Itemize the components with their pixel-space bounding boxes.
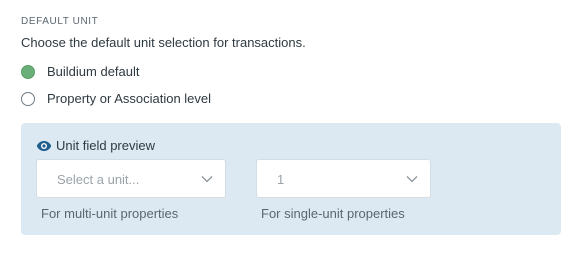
chevron-down-icon [201, 176, 213, 183]
radio-label: Property or Association level [47, 91, 212, 106]
section-title: DEFAULT UNIT [21, 16, 99, 27]
eye-icon [36, 140, 52, 151]
radio-option-buildium-default[interactable]: Buildium default [21, 64, 140, 79]
radio-option-property-level[interactable]: Property or Association level [21, 91, 211, 106]
radio-label: Buildium default [47, 64, 140, 79]
unit-field-preview-panel: Unit field preview Select a unit... 1 Fo… [21, 123, 561, 235]
select-placeholder: Select a unit... [57, 172, 140, 187]
chevron-down-icon [406, 176, 418, 183]
preview-title: Unit field preview [56, 138, 155, 153]
helper-text-multi-unit: For multi-unit properties [41, 206, 179, 221]
radio-button-unchecked[interactable] [21, 91, 35, 106]
radio-button-checked[interactable] [21, 64, 35, 79]
helper-text-single-unit: For single-unit properties [261, 206, 405, 221]
preview-header: Unit field preview [36, 138, 155, 153]
unit-select-multi[interactable]: Select a unit... [36, 159, 226, 198]
select-value: 1 [277, 172, 285, 187]
unit-select-single[interactable]: 1 [256, 159, 431, 198]
section-description: Choose the default unit selection for tr… [21, 35, 306, 50]
